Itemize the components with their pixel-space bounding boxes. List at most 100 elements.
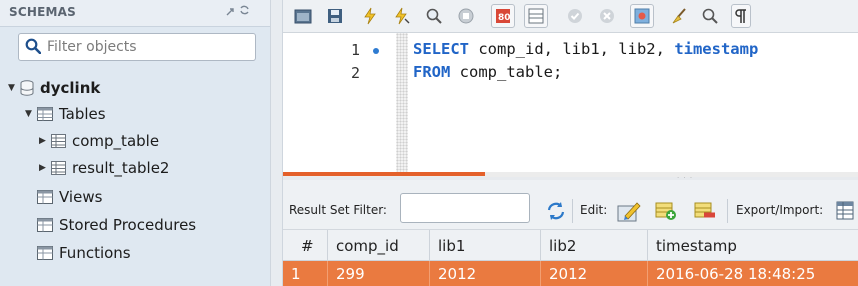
functions-folder-icon (37, 246, 53, 260)
table-name: comp_table (72, 132, 160, 150)
table-icon (51, 161, 66, 175)
tables-node[interactable]: ▼ Tables (25, 101, 106, 127)
stored-procedures-label: Stored Procedures (59, 216, 197, 234)
database-icon (20, 80, 34, 96)
expand-arrow-icon[interactable]: ▶ (39, 136, 51, 146)
stop-button[interactable] (454, 4, 478, 28)
functions-label: Functions (59, 244, 131, 262)
select-fields: comp_id, lib1, lib2, (469, 40, 675, 58)
add-row-icon (655, 202, 676, 220)
explain-button[interactable] (422, 4, 446, 28)
sidebar-header-icons[interactable] (225, 3, 251, 21)
result-filter-input[interactable] (400, 193, 530, 223)
cell-timestamp[interactable]: 2016-06-28 18:48:25 (648, 261, 858, 286)
tables-label: Tables (59, 105, 106, 123)
sync-icon (240, 5, 249, 15)
column-header-lib1[interactable]: lib1 (430, 230, 541, 261)
editor-toolbar: 80 (283, 0, 858, 33)
cell-comp-id[interactable]: 299 (328, 261, 430, 286)
schemas-title: SCHEMAS (9, 5, 76, 19)
table-item[interactable]: ▶ comp_table (39, 128, 159, 154)
commit-button[interactable] (563, 4, 587, 28)
refresh-icon (547, 202, 565, 220)
functions-node[interactable]: Functions (37, 240, 131, 266)
invisible-chars-button[interactable] (731, 4, 751, 28)
cell-lib1[interactable]: 2012 (430, 261, 541, 286)
execute-current-button[interactable] (390, 4, 414, 28)
views-label: Views (59, 188, 103, 206)
keyword-select: SELECT (413, 40, 469, 58)
column-header-comp-id[interactable]: comp_id (328, 230, 430, 261)
export-button[interactable] (836, 201, 856, 225)
search-icon (702, 8, 718, 24)
fold-margin (396, 33, 408, 173)
save-button[interactable] (323, 4, 347, 28)
expand-arrow-icon[interactable]: ▶ (39, 163, 51, 173)
views-folder-icon (37, 190, 53, 204)
beautify-button[interactable] (667, 4, 691, 28)
schema-row-dyclink[interactable]: ▼ dyclink (8, 75, 100, 101)
broom-icon (672, 8, 686, 24)
from-table: comp_table; (450, 63, 563, 81)
collapse-arrow-icon[interactable]: ▼ (25, 109, 37, 119)
x-circle-icon (600, 9, 614, 23)
edit-label: Edit: (580, 203, 608, 217)
execute-button[interactable] (358, 4, 382, 28)
pilcrow-icon (735, 9, 746, 23)
error-toggle-icon: 80 (496, 9, 511, 23)
refresh-button[interactable] (546, 201, 566, 225)
find-button[interactable] (698, 4, 722, 28)
column-header-timestamp[interactable]: timestamp (648, 230, 858, 261)
check-circle-icon (568, 9, 582, 23)
code-line-2[interactable]: FROM comp_table; (413, 63, 562, 81)
line-number: 1 (351, 41, 361, 59)
toolbar-separator (727, 199, 728, 223)
line-number-gutter (283, 33, 396, 173)
folder-icon (294, 9, 312, 24)
svg-text:80: 80 (498, 13, 511, 23)
code-line-1[interactable]: SELECT comp_id, lib1, lib2, timestamp (413, 40, 758, 58)
magnifier-icon (426, 8, 442, 24)
line-number: 2 (351, 64, 361, 82)
delete-row-icon (694, 202, 715, 218)
lightning-icon (364, 7, 376, 25)
table-item[interactable]: ▶ result_table2 (39, 155, 169, 181)
views-node[interactable]: Views (37, 184, 102, 210)
column-header-index[interactable]: # (283, 230, 328, 261)
column-header-lib2[interactable]: lib2 (541, 230, 648, 261)
stored-procedures-node[interactable]: Stored Procedures (37, 212, 196, 238)
toggle-errors-button[interactable]: 80 (491, 4, 515, 28)
cell-lib2[interactable]: 2012 (541, 261, 648, 286)
table-name: result_table2 (72, 159, 170, 177)
result-filter-label: Result Set Filter: (289, 203, 387, 217)
table-folder-icon (37, 107, 53, 121)
panel-splitter[interactable] (270, 0, 283, 286)
procedures-folder-icon (37, 218, 53, 232)
scrollbar-thumb[interactable] (283, 172, 485, 176)
delete-row-button[interactable] (694, 201, 716, 225)
toggle-output-button[interactable] (524, 4, 548, 28)
cell-index[interactable]: 1 (283, 261, 328, 286)
edit-cell-button[interactable] (617, 200, 641, 226)
keyword-timestamp: timestamp (674, 40, 759, 58)
expand-icon (226, 8, 234, 16)
open-file-button[interactable] (291, 4, 315, 28)
table-icon (51, 134, 66, 148)
schema-name: dyclink (40, 79, 101, 97)
export-import-label: Export/Import: (736, 203, 824, 217)
filter-objects-input[interactable] (47, 37, 247, 57)
search-icon (25, 38, 41, 54)
rollback-button[interactable] (595, 4, 619, 28)
stop-icon (458, 8, 474, 24)
lightning-cursor-icon (395, 7, 410, 25)
keyword-from: FROM (413, 63, 451, 81)
save-icon (328, 9, 342, 23)
export-grid-icon (836, 201, 854, 220)
add-row-button[interactable] (655, 201, 677, 225)
statement-marker-icon (373, 48, 379, 54)
toolbar-separator (572, 199, 573, 223)
autocommit-toggle-button[interactable] (630, 4, 654, 28)
edit-pencil-icon (617, 202, 641, 222)
collapse-arrow-icon[interactable]: ▼ (8, 83, 20, 93)
filter-objects-box[interactable] (18, 33, 256, 61)
